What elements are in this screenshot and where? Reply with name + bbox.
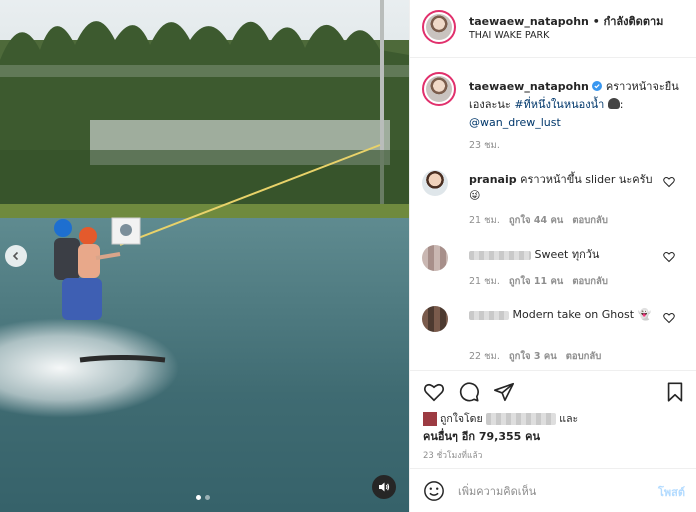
slide-indicator bbox=[196, 495, 210, 500]
bookmark-icon[interactable] bbox=[664, 381, 686, 403]
post-actions: ถูกใจโดย และ คนอื่นๆ อีก 79,355 คน 23 ชั… bbox=[410, 370, 696, 468]
share-icon[interactable] bbox=[493, 381, 515, 403]
likes-count[interactable]: คนอื่นๆ อีก 79,355 คน bbox=[423, 427, 540, 445]
comment-avatar[interactable] bbox=[422, 170, 448, 196]
comment-like-icon[interactable] bbox=[663, 176, 675, 188]
comment-item: Modern take on Ghost 👻 bbox=[469, 307, 659, 323]
post-location[interactable]: THAI WAKE PARK bbox=[469, 30, 549, 41]
comment-time[interactable]: 21 ชม. bbox=[469, 215, 500, 226]
comment-meta: 22 ชม. ถูกใจ 3 คน ตอบกลับ bbox=[469, 349, 601, 364]
heart-icon[interactable] bbox=[423, 381, 445, 403]
posted-ago[interactable]: 23 ชั่วโมงที่แล้ว bbox=[423, 448, 482, 462]
caption: taewaew_natapohn คราวหน้าจะยืนเองละนะ #ท… bbox=[469, 78, 687, 132]
liked-by-username-redacted[interactable] bbox=[485, 413, 556, 425]
comment-item: Sweet ทุกวัน bbox=[469, 247, 659, 263]
comment-meta: 21 ชม. ถูกใจ 44 คน ตอบกลับ bbox=[469, 213, 608, 228]
sound-toggle-button[interactable] bbox=[372, 475, 396, 499]
comment-item: pranaip คราวหน้าขึ้น slider นะครับ 😜 bbox=[469, 172, 659, 204]
post-media[interactable] bbox=[0, 0, 409, 512]
comment-likes[interactable]: ถูกใจ 44 คน bbox=[509, 215, 563, 226]
comment-meta: 21 ชม. ถูกใจ 11 คน ตอบกลับ bbox=[469, 274, 608, 289]
comment-username-redacted[interactable] bbox=[469, 250, 531, 260]
instagram-post: taewaew_natapohn • กำลังติดตาม THAI WAKE… bbox=[0, 0, 696, 512]
comment-time[interactable]: 21 ชม. bbox=[469, 276, 500, 287]
post-header: taewaew_natapohn • กำลังติดตาม THAI WAKE… bbox=[410, 0, 696, 58]
comment-avatar[interactable] bbox=[422, 245, 448, 271]
liked-by-avatar[interactable] bbox=[423, 412, 437, 426]
caption-emoji bbox=[607, 98, 620, 109]
header-user-line: taewaew_natapohn • กำลังติดตาม bbox=[469, 12, 663, 30]
comment-username-redacted[interactable] bbox=[469, 310, 509, 320]
slide-dot-active bbox=[196, 495, 201, 500]
emoji-icon[interactable] bbox=[423, 480, 445, 502]
liked-by-suffix: และ bbox=[559, 413, 579, 425]
comment-text: Modern take on Ghost 👻 bbox=[512, 308, 652, 321]
caption-mention[interactable]: @wan_drew_lust bbox=[469, 116, 561, 129]
post-comment-button[interactable]: โพสต์ bbox=[658, 483, 685, 501]
liked-by-prefix: ถูกใจโดย bbox=[440, 413, 483, 425]
comment-input[interactable] bbox=[458, 480, 638, 502]
comment-time[interactable]: 22 ชม. bbox=[469, 351, 500, 362]
media-riders bbox=[54, 144, 381, 363]
author-avatar[interactable] bbox=[422, 10, 456, 44]
follow-separator: • bbox=[588, 15, 604, 28]
comment-text: Sweet ทุกวัน bbox=[534, 248, 600, 261]
comment-reply-button[interactable]: ตอบกลับ bbox=[572, 215, 608, 226]
post-panel: taewaew_natapohn • กำลังติดตาม THAI WAKE… bbox=[409, 0, 696, 512]
comment-username[interactable]: pranaip bbox=[469, 173, 517, 186]
caption-suffix: : bbox=[619, 98, 624, 111]
slide-dot bbox=[205, 495, 210, 500]
verified-icon bbox=[592, 81, 603, 91]
speaker-icon bbox=[379, 482, 390, 492]
following-button[interactable]: กำลังติดตาม bbox=[604, 15, 664, 28]
author-username[interactable]: taewaew_natapohn bbox=[469, 15, 589, 28]
comment-avatar[interactable] bbox=[422, 306, 448, 332]
caption-avatar[interactable] bbox=[422, 72, 456, 106]
chevron-left-icon bbox=[12, 251, 19, 261]
comment-likes[interactable]: ถูกใจ 3 คน bbox=[509, 351, 557, 362]
comment-like-icon[interactable] bbox=[663, 251, 675, 263]
caption-hashtag[interactable]: #ที่หนึ่งในหนองน้ำ bbox=[514, 98, 604, 111]
comment-likes[interactable]: ถูกใจ 11 คน bbox=[509, 276, 563, 287]
add-comment-bar: โพสต์ bbox=[410, 468, 696, 512]
comment-like-icon[interactable] bbox=[663, 312, 675, 324]
comment-reply-button[interactable]: ตอบกลับ bbox=[572, 276, 608, 287]
liked-by: ถูกใจโดย และ bbox=[423, 410, 578, 427]
caption-time[interactable]: 23 ชม. bbox=[469, 138, 500, 153]
comment-reply-button[interactable]: ตอบกลับ bbox=[566, 351, 602, 362]
previous-slide-button[interactable] bbox=[5, 245, 27, 267]
caption-username[interactable]: taewaew_natapohn bbox=[469, 80, 589, 93]
comment-icon[interactable] bbox=[458, 381, 480, 403]
